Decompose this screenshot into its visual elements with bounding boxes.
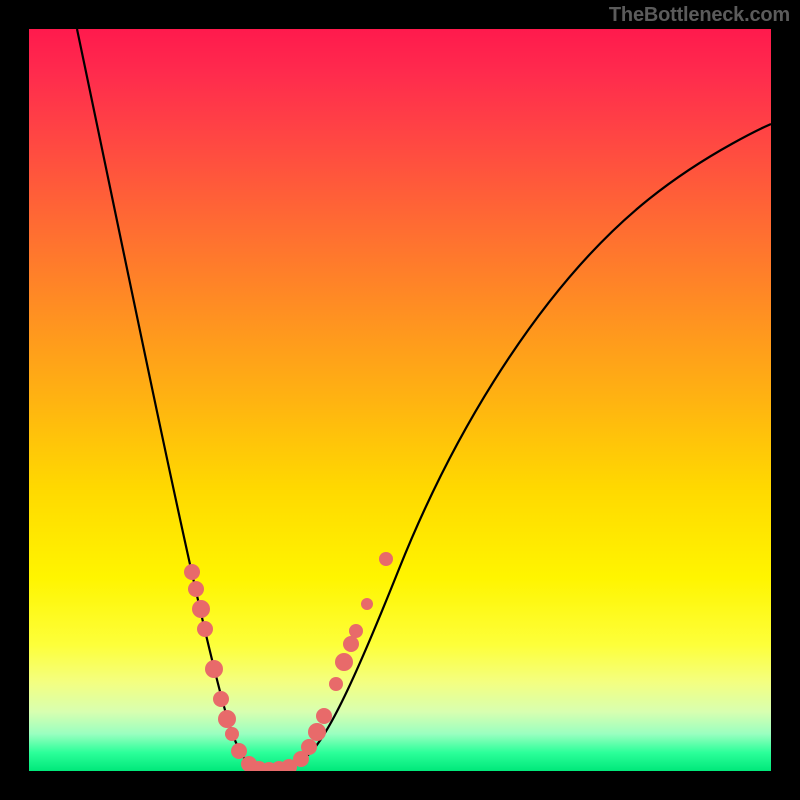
data-marker: [231, 743, 247, 759]
data-marker: [308, 723, 326, 741]
data-marker: [218, 710, 236, 728]
markers-right: [293, 552, 393, 767]
data-marker: [343, 636, 359, 652]
data-marker: [184, 564, 200, 580]
data-marker: [335, 653, 353, 671]
watermark-text: TheBottleneck.com: [609, 4, 790, 27]
bottleneck-curve: [77, 29, 771, 770]
plot-area: [29, 29, 771, 771]
data-marker: [192, 600, 210, 618]
data-marker: [188, 581, 204, 597]
data-marker: [197, 621, 213, 637]
markers-left: [184, 564, 247, 759]
data-marker: [316, 708, 332, 724]
chart-frame: TheBottleneck.com: [0, 0, 800, 800]
data-marker: [349, 624, 363, 638]
data-marker: [329, 677, 343, 691]
markers-bottom: [241, 756, 297, 771]
data-marker: [225, 727, 239, 741]
data-marker: [301, 739, 317, 755]
curve-layer: [29, 29, 771, 771]
data-marker: [379, 552, 393, 566]
data-marker: [213, 691, 229, 707]
data-marker: [205, 660, 223, 678]
data-marker: [361, 598, 373, 610]
